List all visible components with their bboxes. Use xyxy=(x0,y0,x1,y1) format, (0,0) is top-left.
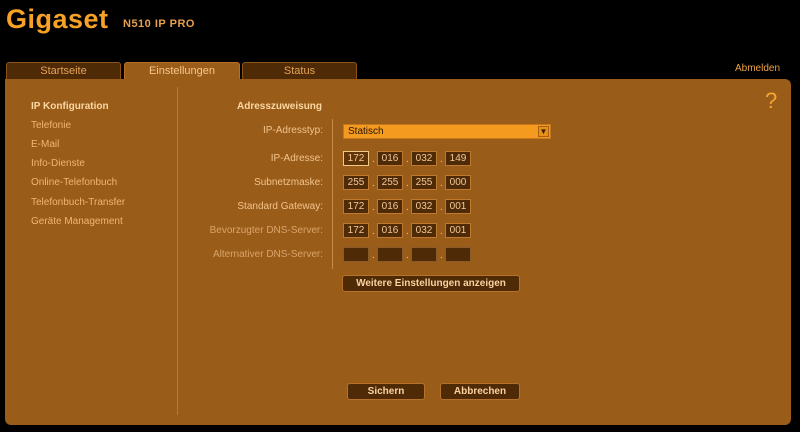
chevron-down-icon[interactable]: ▼ xyxy=(538,126,549,137)
main-panel: ? IP Konfiguration Telefonie E-Mail Info… xyxy=(5,79,791,425)
octet-separator: . xyxy=(406,250,409,261)
dns-primary-octet-3[interactable]: 032 xyxy=(411,223,437,238)
octet-separator: . xyxy=(440,250,443,261)
gateway-octet-1[interactable]: 172 xyxy=(343,199,369,214)
section-title: Adresszuweisung xyxy=(237,101,323,112)
dns-secondary-octet-2[interactable] xyxy=(377,247,403,262)
dns-secondary-octet-4[interactable] xyxy=(445,247,471,262)
more-settings-button[interactable]: Weitere Einstellungen anzeigen xyxy=(342,275,520,292)
octet-separator: . xyxy=(372,154,375,165)
subnet-mask-octet-4[interactable]: 000 xyxy=(445,175,471,190)
octet-separator: . xyxy=(406,154,409,165)
subnet-mask-octet-3[interactable]: 255 xyxy=(411,175,437,190)
tab-einstellungen[interactable]: Einstellungen xyxy=(124,62,240,80)
cancel-button[interactable]: Abbrechen xyxy=(440,383,520,400)
ip-type-value: Statisch xyxy=(348,126,384,137)
octet-separator: . xyxy=(440,154,443,165)
brand-logo: Gigaset xyxy=(6,4,109,34)
dns-secondary-octet-1[interactable] xyxy=(343,247,369,262)
sidebar-item-email[interactable]: E-Mail xyxy=(31,139,59,150)
help-icon[interactable]: ? xyxy=(765,88,777,114)
gateway-octet-2[interactable]: 016 xyxy=(377,199,403,214)
dns-secondary-octet-3[interactable] xyxy=(411,247,437,262)
ip-address-octet-3[interactable]: 032 xyxy=(411,151,437,166)
ip-address-octet-1[interactable]: 172 xyxy=(343,151,369,166)
octet-separator: . xyxy=(406,178,409,189)
tab-startseite[interactable]: Startseite xyxy=(6,62,121,79)
dns-secondary-label: Alternativer DNS-Server: xyxy=(212,249,323,260)
octet-separator: . xyxy=(440,202,443,213)
octet-separator: . xyxy=(406,226,409,237)
gateway-label: Standard Gateway: xyxy=(237,201,323,212)
ip-address-octet-2[interactable]: 016 xyxy=(377,151,403,166)
gateway-octet-3[interactable]: 032 xyxy=(411,199,437,214)
dns-primary-label: Bevorzugter DNS-Server: xyxy=(209,225,323,236)
gateway-octet-4[interactable]: 001 xyxy=(445,199,471,214)
octet-separator: . xyxy=(440,178,443,189)
dns-primary-octet-2[interactable]: 016 xyxy=(377,223,403,238)
ip-address-label: IP-Adresse: xyxy=(270,153,323,164)
ip-type-select[interactable]: Statisch ▼ xyxy=(343,124,551,139)
dns-primary-octet-4[interactable]: 001 xyxy=(445,223,471,238)
octet-separator: . xyxy=(372,250,375,261)
ip-type-label: IP-Adresstyp: xyxy=(262,125,323,136)
sidebar-item-ip-configuration[interactable]: IP Konfiguration xyxy=(31,101,109,112)
logout-link[interactable]: Abmelden xyxy=(735,63,780,74)
subnet-mask-label: Subnetzmaske: xyxy=(254,177,323,188)
octet-separator: . xyxy=(372,226,375,237)
subnet-mask-octet-2[interactable]: 255 xyxy=(377,175,403,190)
device-model: N510 IP PRO xyxy=(123,18,195,30)
form-divider xyxy=(332,119,333,269)
octet-separator: . xyxy=(372,202,375,213)
subnet-mask-octet-1[interactable]: 255 xyxy=(343,175,369,190)
octet-separator: . xyxy=(406,202,409,213)
dns-primary-octet-1[interactable]: 172 xyxy=(343,223,369,238)
ip-address-octet-4[interactable]: 149 xyxy=(445,151,471,166)
save-button[interactable]: Sichern xyxy=(347,383,425,400)
octet-separator: . xyxy=(372,178,375,189)
octet-separator: . xyxy=(440,226,443,237)
tab-status[interactable]: Status xyxy=(242,62,357,79)
